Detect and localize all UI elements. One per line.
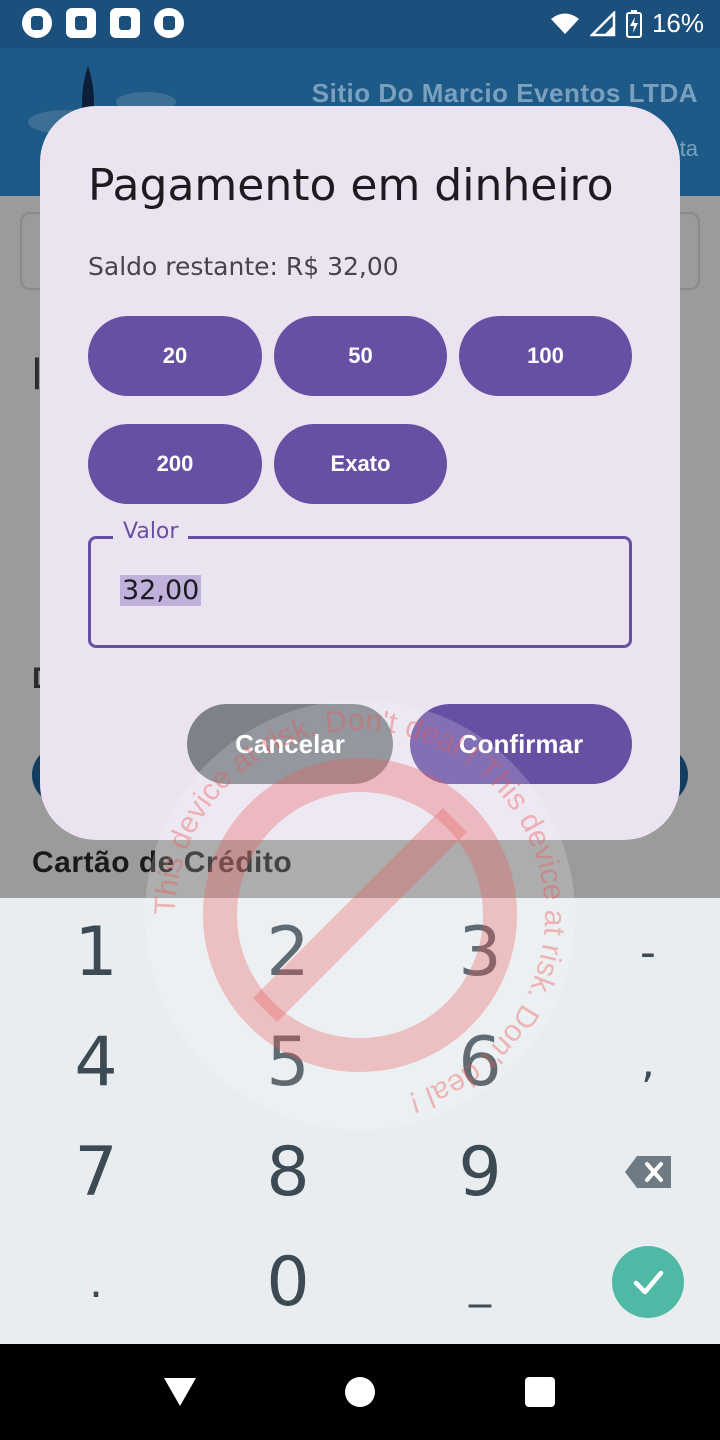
key-0[interactable]: 0 (198, 1228, 378, 1336)
key-space[interactable]: _ (390, 1228, 570, 1336)
key-minus[interactable]: - (558, 898, 720, 1006)
key-8[interactable]: 8 (198, 1118, 378, 1226)
app-notification-icon (154, 8, 184, 38)
home-icon[interactable] (345, 1377, 375, 1407)
key-period[interactable]: . (6, 1228, 186, 1336)
amount-field[interactable]: Valor 32,00 (88, 519, 632, 648)
sync-notification-icon (66, 8, 96, 38)
check-icon (633, 1270, 664, 1295)
key-comma[interactable]: , (558, 1008, 720, 1116)
cancel-button[interactable]: Cancelar (187, 704, 393, 784)
payment-method-credit-card: Cartão de Crédito (32, 846, 293, 879)
navigation-bar (0, 1344, 720, 1440)
remaining-balance: Saldo restante: R$ 32,00 (88, 252, 399, 281)
amount-50-button[interactable]: 50 (274, 316, 447, 396)
key-3[interactable]: 3 (390, 898, 570, 1006)
backspace-key[interactable] (558, 1118, 720, 1226)
key-1[interactable]: 1 (6, 898, 186, 1006)
key-9[interactable]: 9 (390, 1118, 570, 1226)
battery-charging-icon (625, 9, 642, 38)
cash-payment-dialog: Pagamento em dinheiro Saldo restante: R$… (40, 106, 680, 840)
key-5[interactable]: 5 (198, 1008, 378, 1116)
app-notification-icon (22, 8, 52, 38)
key-7[interactable]: 7 (6, 1118, 186, 1226)
key-2[interactable]: 2 (198, 898, 378, 1006)
numeric-keyboard: 1 2 3 - 4 5 6 , 7 8 9 . 0 _ (0, 898, 720, 1344)
confirm-button[interactable]: Confirmar (410, 704, 632, 784)
company-name: Sitio Do Marcio Eventos LTDA (311, 78, 698, 108)
status-indicators: 16% (550, 8, 704, 39)
wifi-icon (550, 13, 579, 34)
amount-200-button[interactable]: 200 (88, 424, 262, 504)
amount-field-label: Valor (113, 519, 189, 544)
notification-icons (22, 8, 184, 38)
amount-exact-button[interactable]: Exato (274, 424, 447, 504)
key-6[interactable]: 6 (390, 1008, 570, 1116)
amount-20-button[interactable]: 20 (88, 316, 262, 396)
recent-apps-icon[interactable] (525, 1377, 555, 1407)
grid-notification-icon (110, 8, 140, 38)
done-key[interactable] (612, 1246, 684, 1318)
company-subtitle: ta (679, 136, 698, 161)
key-4[interactable]: 4 (6, 1008, 186, 1116)
dialog-title: Pagamento em dinheiro (88, 160, 614, 211)
backspace-icon (625, 1156, 671, 1188)
amount-100-button[interactable]: 100 (459, 316, 632, 396)
back-icon[interactable] (162, 1376, 198, 1408)
status-bar: 16% (0, 0, 720, 48)
amount-field-value[interactable]: 32,00 (120, 575, 202, 606)
battery-percent: 16% (651, 8, 704, 38)
signal-icon (589, 10, 616, 36)
